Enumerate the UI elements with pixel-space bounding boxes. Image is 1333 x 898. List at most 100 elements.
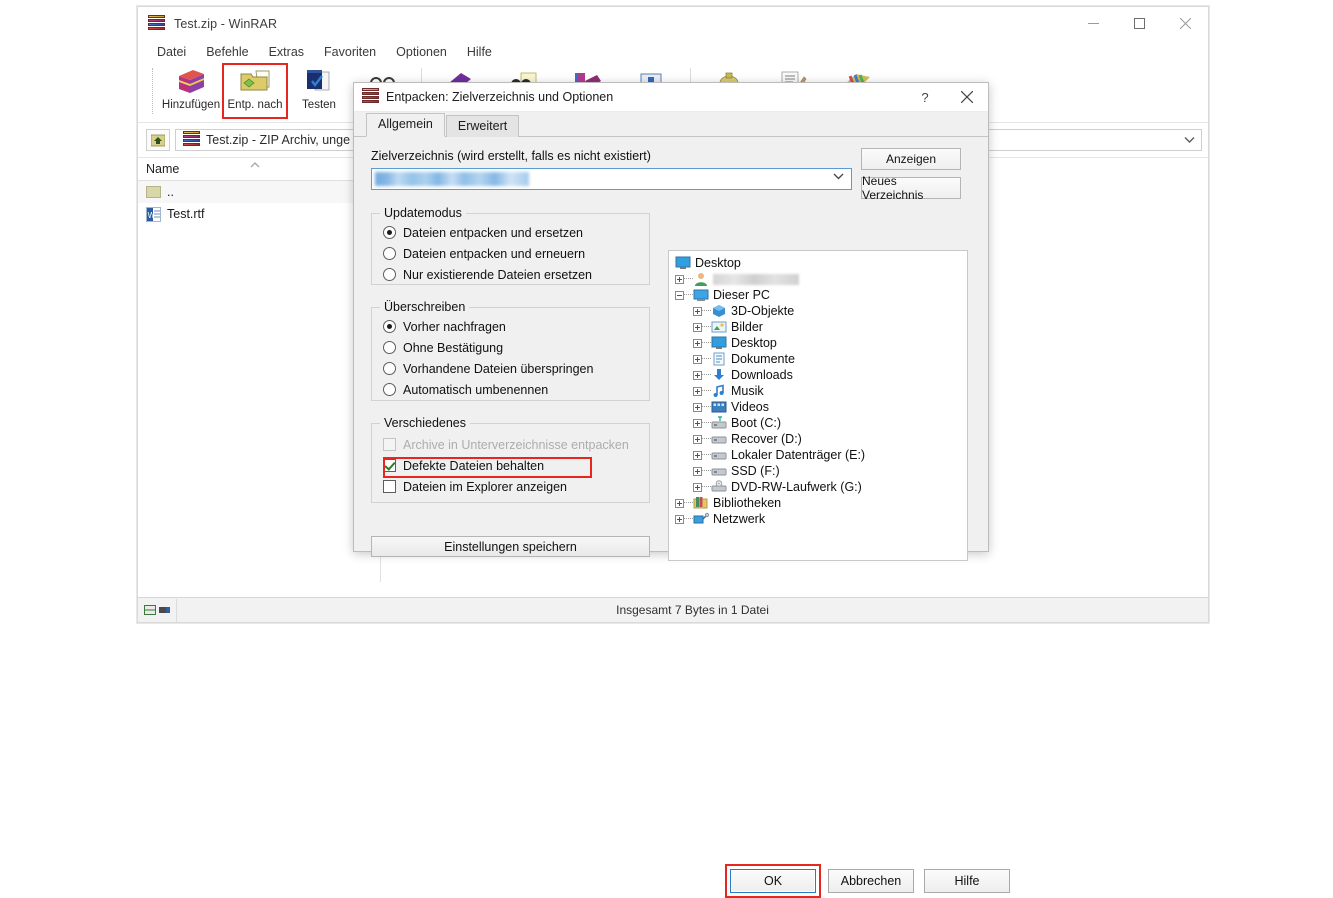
anzeigen-button[interactable]: Anzeigen	[861, 148, 961, 170]
expander-plus-icon[interactable]	[693, 418, 702, 428]
option-label: Dateien entpacken und ersetzen	[403, 225, 583, 240]
tree-item-3d-objekte[interactable]: 3D-Objekte	[669, 303, 967, 319]
radio-vorhandene-dateien-ueberspringen[interactable]: Vorhandene Dateien überspringen	[372, 358, 649, 379]
up-folder-icon[interactable]	[146, 129, 170, 151]
expander-plus-icon[interactable]	[693, 370, 702, 380]
music-icon	[711, 384, 727, 398]
expander-plus-icon[interactable]	[675, 274, 684, 284]
tree-item-desktop[interactable]: Desktop	[669, 255, 967, 271]
tree-item-boot-c[interactable]: Boot (C:)	[669, 415, 967, 431]
hilfe-button[interactable]: Hilfe	[924, 869, 1010, 893]
expander-plus-icon[interactable]	[693, 466, 702, 476]
window-title: Test.zip - WinRAR	[174, 16, 278, 31]
tree-connector	[702, 326, 711, 328]
close-icon[interactable]	[946, 83, 988, 111]
file-name: Test.rtf	[167, 207, 205, 221]
tree-item-label: Lokaler Datenträger (E:)	[731, 448, 866, 462]
menu-item-hilfe[interactable]: Hilfe	[458, 42, 501, 62]
table-row[interactable]: ..	[138, 181, 380, 203]
expander-plus-icon[interactable]	[693, 450, 702, 460]
option-label: Dateien entpacken und erneuern	[403, 246, 586, 261]
tree-connector	[702, 422, 711, 424]
winrar-books-icon	[148, 14, 166, 33]
tree-item-lokaler-datentraeger-e[interactable]: Lokaler Datenträger (E:)	[669, 447, 967, 463]
tree-connector	[684, 502, 693, 504]
tree-connector	[702, 374, 711, 376]
expander-plus-icon[interactable]	[693, 306, 702, 316]
tree-item-label: SSD (F:)	[731, 464, 780, 478]
expander-plus-icon[interactable]	[693, 434, 702, 444]
expander-plus-icon[interactable]	[675, 498, 684, 508]
optical-drive-icon	[711, 480, 727, 494]
tree-item-dieser-pc[interactable]: Dieser PC	[669, 287, 967, 303]
menu-item-datei[interactable]: Datei	[148, 42, 195, 62]
radio-dateien-entpacken-und-ersetzen[interactable]: Dateien entpacken und ersetzen	[372, 222, 649, 243]
minimize-icon[interactable]	[1070, 7, 1116, 40]
expander-minus-icon[interactable]	[675, 290, 684, 300]
tab-allgemein[interactable]: Allgemein	[366, 113, 445, 137]
toolbar-label: Hinzufügen	[161, 99, 221, 111]
drive-icon	[711, 432, 727, 446]
table-row[interactable]: W Test.rtf	[138, 203, 380, 225]
tree-connector	[702, 486, 711, 488]
expander-plus-icon[interactable]	[693, 482, 702, 492]
expander-plus-icon[interactable]	[693, 338, 702, 348]
abbrechen-button[interactable]: Abbrechen	[828, 869, 914, 893]
file-list-pane[interactable]: Name .. W Test.rtf	[138, 158, 381, 582]
tree-item-ssd-f[interactable]: SSD (F:)	[669, 463, 967, 479]
column-header-name[interactable]: Name	[138, 158, 380, 181]
tree-item-videos[interactable]: Videos	[669, 399, 967, 415]
expander-plus-icon[interactable]	[693, 402, 702, 412]
dialog-title: Entpacken: Zielverzeichnis und Optionen	[386, 90, 614, 104]
radio-automatisch-umbenennen[interactable]: Automatisch umbenennen	[372, 379, 649, 400]
menu-item-extras[interactable]: Extras	[260, 42, 313, 62]
dialog-titlebar: Entpacken: Zielverzeichnis und Optionen …	[354, 83, 988, 112]
checkbox-dateien-im-explorer-anzeigen[interactable]: Dateien im Explorer anzeigen	[372, 476, 649, 497]
tree-item-bilder[interactable]: Bilder	[669, 319, 967, 335]
tree-item-dokumente[interactable]: Dokumente	[669, 351, 967, 367]
toolbar-button-testen[interactable]: Testen	[287, 64, 351, 118]
menu-item-befehle[interactable]: Befehle	[197, 42, 257, 62]
expander-plus-icon[interactable]	[693, 386, 702, 396]
archive-path-text: Test.zip - ZIP Archiv, unge	[206, 133, 351, 147]
tree-item-dvd-rw-laufwerk-g[interactable]: DVD-RW-Laufwerk (G:)	[669, 479, 967, 495]
expander-plus-icon[interactable]	[693, 354, 702, 364]
tab-erweitert[interactable]: Erweitert	[445, 115, 520, 137]
tree-item-recover-d[interactable]: Recover (D:)	[669, 431, 967, 447]
desktop-icon	[711, 336, 727, 350]
radio-dateien-entpacken-und-erneuern[interactable]: Dateien entpacken und erneuern	[372, 243, 649, 264]
option-label: Ohne Bestätigung	[403, 340, 504, 355]
option-label: Archive in Unterverzeichnisse entpacken	[403, 437, 629, 452]
sort-asc-icon	[250, 162, 260, 168]
user-account-icon	[693, 272, 709, 286]
tree-item-desktop-sub[interactable]: Desktop	[669, 335, 967, 351]
menu-item-favoriten[interactable]: Favoriten	[315, 42, 385, 62]
checkbox-defekte-dateien-behalten[interactable]: Defekte Dateien behalten	[372, 455, 649, 476]
target-directory-input[interactable]	[371, 168, 852, 190]
radio-nur-existierende-dateien-ersetzen[interactable]: Nur existierende Dateien ersetzen	[372, 264, 649, 285]
toolbar-button-hinzufuegen[interactable]: Hinzufügen	[159, 64, 223, 118]
tree-item-label: Dokumente	[731, 352, 795, 366]
desktop-icon	[675, 256, 691, 270]
radio-ohne-bestaetigung[interactable]: Ohne Bestätigung	[372, 337, 649, 358]
neues-verzeichnis-button[interactable]: Neues Verzeichnis	[861, 174, 961, 202]
menu-item-optionen[interactable]: Optionen	[387, 42, 456, 62]
chevron-down-icon[interactable]	[833, 173, 844, 180]
group-verschiedenes: Verschiedenes Archive in Unterverzeichni…	[371, 416, 650, 503]
tree-item-downloads[interactable]: Downloads	[669, 367, 967, 383]
close-icon[interactable]	[1162, 7, 1208, 40]
radio-vorher-nachfragen[interactable]: Vorher nachfragen	[372, 316, 649, 337]
maximize-icon[interactable]	[1116, 7, 1162, 40]
expander-plus-icon[interactable]	[693, 322, 702, 332]
tree-item-label: Bilder	[731, 320, 763, 334]
tree-item-user[interactable]	[669, 271, 967, 287]
test-archive-icon	[302, 67, 336, 97]
statusbar-icons	[138, 598, 177, 622]
help-button[interactable]: ?	[904, 83, 946, 111]
chevron-down-icon[interactable]	[1184, 137, 1195, 144]
tree-item-musik[interactable]: Musik	[669, 383, 967, 399]
tree-item-bibliotheken[interactable]: Bibliotheken	[669, 495, 967, 511]
svg-text:W: W	[148, 211, 156, 220]
toolbar-button-entp-nach[interactable]: Entp. nach	[222, 63, 288, 119]
ok-button[interactable]: OK	[730, 869, 816, 893]
